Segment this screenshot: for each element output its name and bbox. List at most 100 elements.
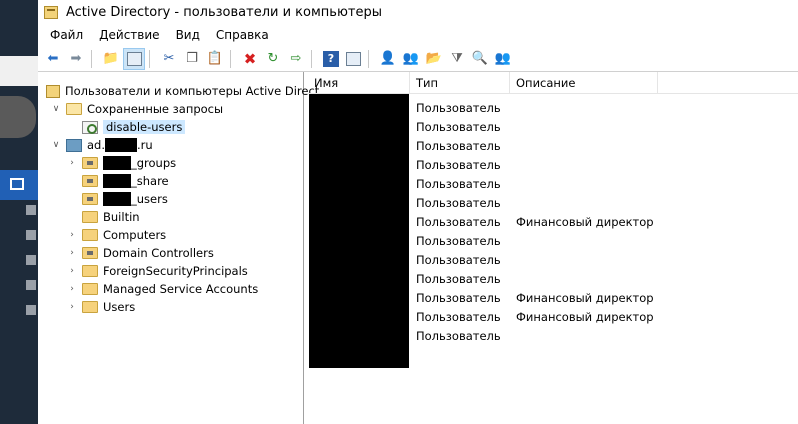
tree-ou-users[interactable]: _users [66, 190, 168, 208]
add-to-group-icon[interactable]: 👥 [492, 48, 514, 70]
tree-domain-suffix: .ru [137, 138, 153, 152]
tree-ou-share[interactable]: _share [66, 172, 169, 190]
cut-icon[interactable]: ✂ [158, 48, 180, 70]
desktop-icon[interactable] [26, 230, 36, 240]
desktop-back-button[interactable] [0, 96, 36, 138]
folder-icon [82, 283, 98, 295]
toolbar-separator [311, 49, 317, 68]
menu-help[interactable]: Справка [208, 28, 277, 42]
desktop-icon[interactable] [26, 205, 36, 215]
tree-users[interactable]: › Users [66, 298, 135, 316]
cell-description: Финансовый директор [516, 309, 654, 324]
cell-type: Пользователь [416, 176, 501, 191]
show-hide-tree-icon[interactable] [123, 47, 145, 70]
column-type[interactable]: Тип [410, 71, 510, 94]
tree-managed-service-accounts[interactable]: › Managed Service Accounts [66, 280, 258, 298]
cell-type: Пользователь [416, 138, 501, 153]
tree-foreign-principals[interactable]: › ForeignSecurityPrincipals [66, 262, 248, 280]
tree-ou-groups-label: _groups [131, 156, 177, 170]
table-row[interactable]: Пользователь Финансовый директор [308, 307, 710, 326]
cell-type: Пользователь [416, 290, 501, 305]
table-row[interactable]: Пользователь [308, 136, 710, 155]
desktop-icon[interactable] [26, 255, 36, 265]
desktop-icon[interactable] [26, 305, 36, 315]
help-icon[interactable]: ? [323, 50, 339, 67]
table-row[interactable]: Пользователь [308, 155, 710, 174]
tree-ou-groups[interactable]: › _groups [66, 154, 176, 172]
desktop-icon[interactable] [26, 280, 36, 290]
export-list-icon[interactable]: ⇨ [285, 48, 307, 70]
expand-chevron-icon[interactable]: › [66, 302, 78, 312]
forward-arrow-icon[interactable]: ➡ [65, 48, 87, 70]
main-panes: Пользователи и компьютеры Active Direct … [38, 71, 798, 424]
desktop-active-tile[interactable] [0, 170, 38, 200]
filter-icon[interactable]: ⧩ [446, 48, 468, 70]
column-name[interactable]: Имя [308, 71, 410, 94]
aduc-app-icon [44, 5, 58, 19]
ou-folder-icon [82, 175, 98, 187]
tree-domain-controllers-label: Domain Controllers [103, 246, 214, 260]
table-row[interactable]: Пользователь [308, 250, 710, 269]
tree-computers[interactable]: › Computers [66, 226, 166, 244]
toolbar-separator [91, 49, 97, 68]
menu-file[interactable]: Файл [42, 28, 91, 42]
tree-builtin[interactable]: Builtin [66, 208, 140, 226]
title-bar[interactable]: Active Directory - пользователи и компью… [38, 0, 798, 24]
desktop-background [0, 0, 38, 424]
delete-icon[interactable]: ✖ [239, 48, 261, 70]
table-row[interactable]: Пользователь Финансовый директор [308, 212, 710, 231]
cell-type: Пользователь [416, 157, 501, 172]
redacted-block [103, 192, 131, 206]
folder-icon [82, 229, 98, 241]
tree-query-disable-users[interactable]: disable-users [78, 118, 186, 136]
column-description[interactable]: Описание [510, 71, 658, 94]
expand-chevron-icon[interactable]: › [66, 266, 78, 276]
tree-ou-share-label: _share [131, 174, 169, 188]
table-row[interactable]: Пользователь [308, 231, 710, 250]
refresh-icon[interactable]: ↻ [262, 48, 284, 70]
tree-domain[interactable]: ∨ ad. .ru [50, 136, 153, 154]
paste-icon[interactable]: 📋 [204, 48, 226, 70]
table-row[interactable]: Пользователь [308, 98, 710, 117]
tree-domain-prefix: ad. [87, 138, 106, 152]
redacted-block [105, 138, 138, 152]
table-row[interactable]: Пользователь [308, 269, 710, 288]
folder-icon [82, 265, 98, 277]
table-row[interactable]: Пользователь [308, 174, 710, 193]
add-ou-icon[interactable]: 📂 [423, 48, 445, 70]
tree-root[interactable]: Пользователи и компьютеры Active Direct [42, 82, 319, 100]
add-user-icon[interactable]: 👤 [377, 48, 399, 70]
tree-saved-queries[interactable]: ∨ Сохраненные запросы [50, 100, 223, 118]
tree-root-label: Пользователи и компьютеры Active Direct [65, 84, 320, 98]
expand-chevron-icon[interactable]: › [66, 248, 78, 258]
window-title: Active Directory - пользователи и компью… [66, 4, 382, 20]
cell-type: Пользователь [416, 100, 501, 115]
tree-msa-label: Managed Service Accounts [103, 282, 259, 296]
table-row[interactable]: Пользователь Финансовый директор [308, 288, 710, 307]
desktop-app-tile[interactable] [0, 56, 38, 86]
menu-bar: Файл Действие Вид Справка [38, 24, 798, 46]
find-icon[interactable]: 🔍 [469, 48, 491, 70]
collapse-chevron-icon[interactable]: ∨ [50, 104, 62, 114]
menu-view[interactable]: Вид [168, 28, 208, 42]
up-folder-icon[interactable]: 📁 [100, 48, 122, 70]
properties-icon[interactable] [342, 48, 364, 70]
toolbar-separator [230, 49, 236, 68]
expand-chevron-icon[interactable]: › [66, 158, 78, 168]
results-list: Имя Тип Описание Пользователь Пользовател… [304, 71, 798, 424]
tree-domain-controllers[interactable]: › Domain Controllers [66, 244, 214, 262]
add-group-icon[interactable]: 👥 [400, 48, 422, 70]
cell-type: Пользователь [416, 309, 501, 324]
collapse-chevron-icon[interactable]: ∨ [50, 140, 62, 150]
copy-icon[interactable]: ❐ [181, 48, 203, 70]
tree-saved-queries-label: Сохраненные запросы [87, 102, 224, 116]
expand-chevron-icon[interactable]: › [66, 230, 78, 240]
list-header: Имя Тип Описание [304, 71, 798, 94]
menu-action[interactable]: Действие [91, 28, 167, 42]
back-arrow-icon[interactable]: ⬅ [42, 48, 64, 70]
table-row[interactable]: Пользователь [308, 326, 710, 345]
expand-chevron-icon[interactable]: › [66, 284, 78, 294]
table-row[interactable]: Пользователь [308, 117, 710, 136]
ou-folder-icon [82, 157, 98, 169]
table-row[interactable]: Пользователь [308, 193, 710, 212]
